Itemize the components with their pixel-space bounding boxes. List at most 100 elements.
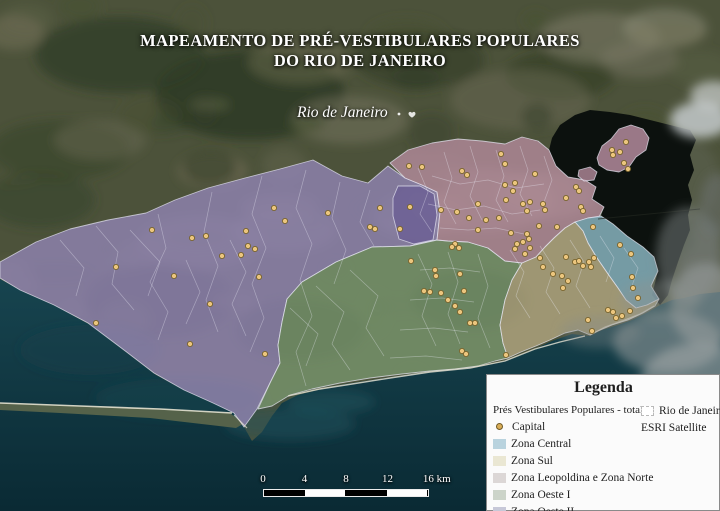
legend-group-label: Prés Vestibulares Populares - total bbox=[493, 404, 644, 416]
capital-point bbox=[526, 244, 534, 252]
capital-point bbox=[281, 217, 289, 225]
capital-point bbox=[426, 288, 434, 296]
legend-item-label: Zona Leopoldina e Zona Norte bbox=[511, 471, 654, 484]
legend-item-label: Zona Oeste II bbox=[511, 506, 574, 511]
legend-item-label: Capital bbox=[512, 420, 546, 433]
capital-point bbox=[626, 307, 634, 315]
capital-point bbox=[509, 187, 517, 195]
capital-point bbox=[244, 242, 252, 250]
capital-point bbox=[376, 204, 384, 212]
capital-point bbox=[523, 207, 531, 215]
capital-point bbox=[324, 209, 332, 217]
legend-item-label: Rio de Janeiro bbox=[659, 404, 720, 417]
capital-point bbox=[366, 223, 374, 231]
capital-point bbox=[507, 229, 515, 237]
capital-point bbox=[466, 319, 474, 327]
capital-point bbox=[608, 146, 616, 154]
capital-point bbox=[202, 232, 210, 240]
map-title-line2: DO RIO DE JANEIRO bbox=[273, 50, 447, 70]
capital-point bbox=[456, 308, 464, 316]
legend-columns: Prés Vestibulares Populares - total Capi… bbox=[493, 402, 720, 511]
capital-point bbox=[474, 226, 482, 234]
capital-point bbox=[501, 160, 509, 168]
capital-point bbox=[519, 200, 527, 208]
scale-tick-label: 4 bbox=[301, 473, 308, 485]
zona-central-swatch bbox=[493, 438, 506, 449]
capital-point bbox=[437, 206, 445, 214]
capital-point bbox=[437, 289, 445, 297]
capital-point bbox=[521, 250, 529, 258]
scale-segment bbox=[346, 490, 386, 496]
legend-item-zona-central: Zona Central bbox=[493, 435, 641, 452]
capital-point bbox=[579, 207, 587, 215]
capital-point bbox=[406, 203, 414, 211]
speck-icon bbox=[397, 112, 401, 116]
capital-point bbox=[531, 170, 539, 178]
capital-point bbox=[465, 214, 473, 222]
scale-bar-ticks: 0 4 8 12 16 km bbox=[260, 473, 450, 487]
capital-point bbox=[502, 351, 510, 359]
legend-item-zona-sul: Zona Sul bbox=[493, 452, 641, 469]
capital-point bbox=[218, 252, 226, 260]
capital-point bbox=[456, 270, 464, 278]
capital-point bbox=[251, 245, 259, 253]
capital-point bbox=[558, 272, 566, 280]
capital-point bbox=[575, 257, 583, 265]
legend-item-esri-satellite: ESRI Satellite bbox=[641, 419, 714, 436]
scale-bar: 0 4 8 12 16 km bbox=[260, 473, 451, 497]
capital-point bbox=[170, 272, 178, 280]
capital-point bbox=[407, 257, 415, 265]
capital-point bbox=[587, 263, 595, 271]
zona-oeste-ii-swatch bbox=[493, 506, 506, 511]
capital-point bbox=[618, 312, 626, 320]
capital-point bbox=[237, 251, 245, 259]
capital-point bbox=[588, 327, 596, 335]
capital-point bbox=[620, 159, 628, 167]
legend-title: Legenda bbox=[574, 379, 633, 396]
rio-de-janeiro-boundary-swatch bbox=[641, 405, 654, 416]
capital-point bbox=[482, 216, 490, 224]
legend-item-label: Zona Central bbox=[511, 437, 572, 450]
capital-point bbox=[536, 254, 544, 262]
capital-point bbox=[502, 196, 510, 204]
legend-item-rio-de-janeiro: Rio de Janeiro bbox=[641, 402, 720, 419]
capital-point bbox=[609, 308, 617, 316]
scale-segment bbox=[386, 490, 428, 496]
capital-point bbox=[474, 200, 482, 208]
legend-item-zona-oeste-i: Zona Oeste I bbox=[493, 486, 641, 503]
capital-point bbox=[539, 200, 547, 208]
capital-point bbox=[579, 262, 587, 270]
capital-point bbox=[92, 319, 100, 327]
capital-point bbox=[562, 253, 570, 261]
legend-item-label: ESRI Satellite bbox=[641, 421, 707, 434]
capital-point bbox=[553, 223, 561, 231]
capital-point bbox=[453, 208, 461, 216]
capital-point bbox=[112, 263, 120, 271]
capital-point bbox=[431, 266, 439, 274]
scale-tick-label: 8 bbox=[343, 473, 349, 485]
capital-point bbox=[589, 223, 597, 231]
capital-point bbox=[585, 258, 593, 266]
legend-item-zona-oeste-ii: Zona Oeste II bbox=[493, 503, 641, 511]
capital-point bbox=[148, 226, 156, 234]
capital-point bbox=[206, 300, 214, 308]
capital-point bbox=[549, 270, 557, 278]
capital-point bbox=[462, 350, 470, 358]
capital-point bbox=[186, 340, 194, 348]
capital-point bbox=[188, 234, 196, 242]
capital-point bbox=[541, 206, 549, 214]
capital-point bbox=[624, 165, 632, 173]
scale-segment bbox=[264, 490, 304, 496]
map-export: MAPEAMENTO DE PRÉ-VESTIBULARES POPULARES… bbox=[0, 0, 720, 511]
capital-point bbox=[519, 238, 527, 246]
capital-point bbox=[460, 287, 468, 295]
capital-point bbox=[526, 198, 534, 206]
capital-point bbox=[497, 150, 505, 158]
city-label-text: Rio de Janeiro bbox=[297, 104, 388, 121]
scale-bar-track bbox=[263, 489, 429, 497]
capital-point bbox=[616, 148, 624, 156]
legend-left-column: Prés Vestibulares Populares - total Capi… bbox=[493, 402, 653, 511]
capital-point bbox=[495, 214, 503, 222]
capital-point bbox=[616, 241, 624, 249]
capital-point bbox=[513, 240, 521, 248]
